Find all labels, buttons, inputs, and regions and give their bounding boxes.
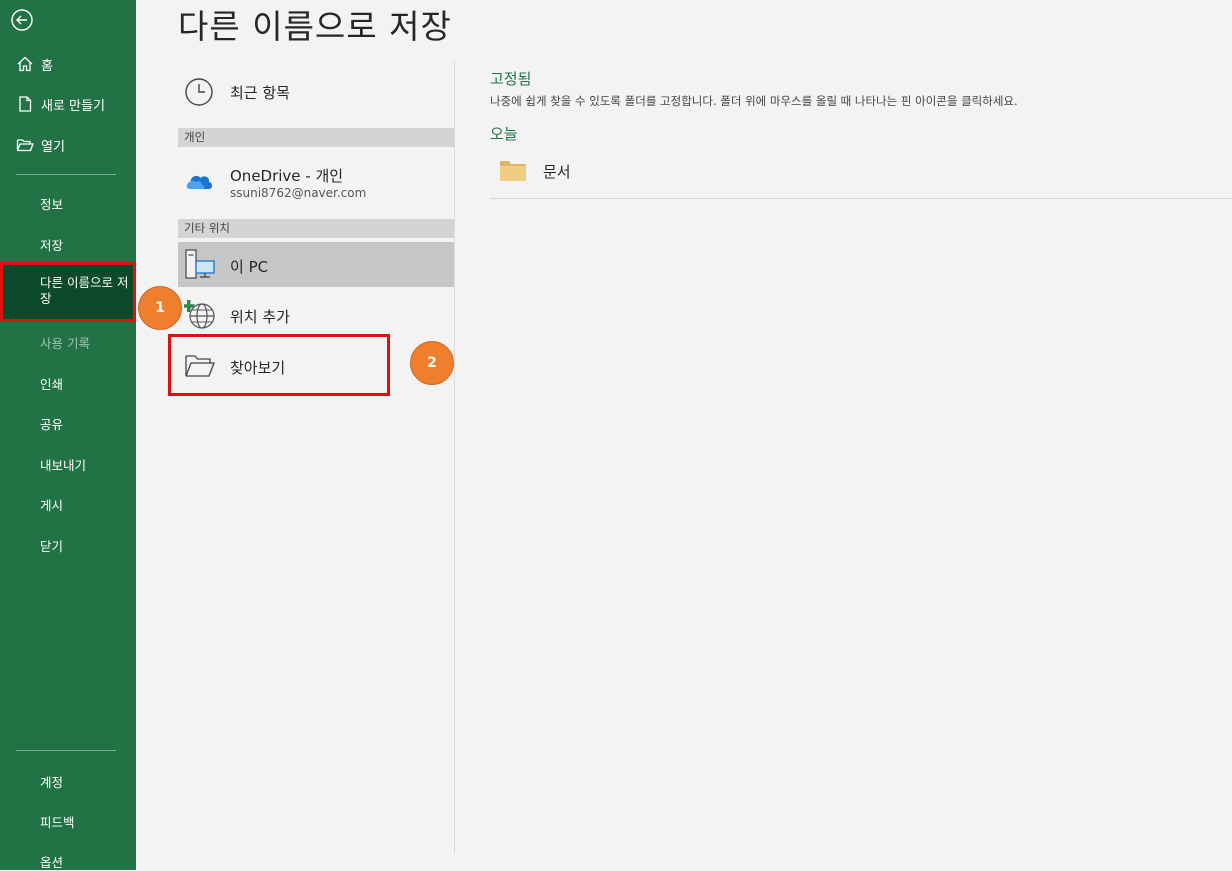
this-pc-icon <box>185 249 215 279</box>
nav-home-label: 홈 <box>41 58 53 74</box>
nav-info[interactable]: 정보 <box>40 194 63 213</box>
nav-options[interactable]: 옵션 <box>40 852 63 871</box>
page-title: 다른 이름으로 저장 <box>178 7 452 46</box>
nav-print[interactable]: 인쇄 <box>40 374 63 393</box>
nav-save-as-label: 다른 이름으로 저장 <box>40 275 129 306</box>
nav-export[interactable]: 내보내기 <box>40 455 86 474</box>
pinned-title: 고정됨 <box>490 70 532 88</box>
nav-open[interactable]: 열기 <box>16 133 65 157</box>
folder-name: 문서 <box>543 163 571 181</box>
location-this-pc-label: 이 PC <box>230 258 269 276</box>
new-document-icon <box>16 95 34 113</box>
nav-new[interactable]: 새로 만들기 <box>16 92 105 116</box>
location-browse-label: 찾아보기 <box>230 359 286 377</box>
step-badge-2: 2 <box>410 341 454 385</box>
nav-feedback[interactable]: 피드백 <box>40 812 75 831</box>
nav-history[interactable]: 사용 기록 <box>40 333 90 352</box>
open-folder-icon <box>16 136 34 154</box>
folder-row-documents[interactable]: 문서 <box>490 150 1232 199</box>
nav-save[interactable]: 저장 <box>40 235 63 254</box>
sidebar-divider <box>16 174 116 175</box>
sidebar-divider-bottom <box>16 750 116 751</box>
location-onedrive-email: ssuni8762@naver.com <box>230 186 367 200</box>
location-add-place-label: 위치 추가 <box>230 308 290 326</box>
section-other-header: 기타 위치 <box>178 219 454 238</box>
step-badge-1-label: 1 <box>155 300 165 316</box>
location-onedrive[interactable]: OneDrive - 개인 ssuni8762@naver.com <box>178 154 454 206</box>
nav-save-as[interactable]: 다른 이름으로 저장 <box>3 265 133 319</box>
step-badge-2-label: 2 <box>427 355 437 371</box>
location-onedrive-label: OneDrive - 개인 <box>230 167 344 185</box>
home-icon <box>16 55 34 73</box>
nav-home[interactable]: 홈 <box>16 52 53 76</box>
location-add-place[interactable]: 위치 추가 <box>178 292 454 338</box>
browse-folder-icon <box>185 355 215 377</box>
panel-separator <box>454 62 455 854</box>
backstage-sidebar: 홈 새로 만들기 열기 정보 저장 다른 이름으로 저장 사용 기록 인쇄 공유… <box>0 0 136 870</box>
clock-icon <box>185 78 213 106</box>
onedrive-cloud-icon <box>186 175 212 189</box>
today-title: 오늘 <box>490 125 518 143</box>
location-recent-label: 최근 항목 <box>230 84 290 102</box>
section-personal-header: 개인 <box>178 128 454 147</box>
step-badge-1: 1 <box>138 286 182 330</box>
nav-account[interactable]: 계정 <box>40 772 63 791</box>
locations-panel: 최근 항목 개인 OneDrive - 개인 ssuni8762@naver.c… <box>178 62 454 854</box>
nav-open-label: 열기 <box>41 139 65 155</box>
back-button[interactable] <box>11 9 33 31</box>
pinned-description: 나중에 쉽게 찾을 수 있도록 폴더를 고정합니다. 폴더 위에 마우스를 올릴… <box>490 94 1018 108</box>
nav-close[interactable]: 닫기 <box>40 536 63 555</box>
nav-share[interactable]: 공유 <box>40 414 63 433</box>
nav-publish[interactable]: 게시 <box>40 495 63 514</box>
location-recent[interactable]: 최근 항목 <box>178 70 454 114</box>
nav-new-label: 새로 만들기 <box>41 98 105 114</box>
location-this-pc[interactable]: 이 PC <box>178 242 454 287</box>
add-place-globe-icon <box>184 300 215 329</box>
folder-icon <box>500 161 526 181</box>
back-arrow-icon <box>11 9 33 31</box>
